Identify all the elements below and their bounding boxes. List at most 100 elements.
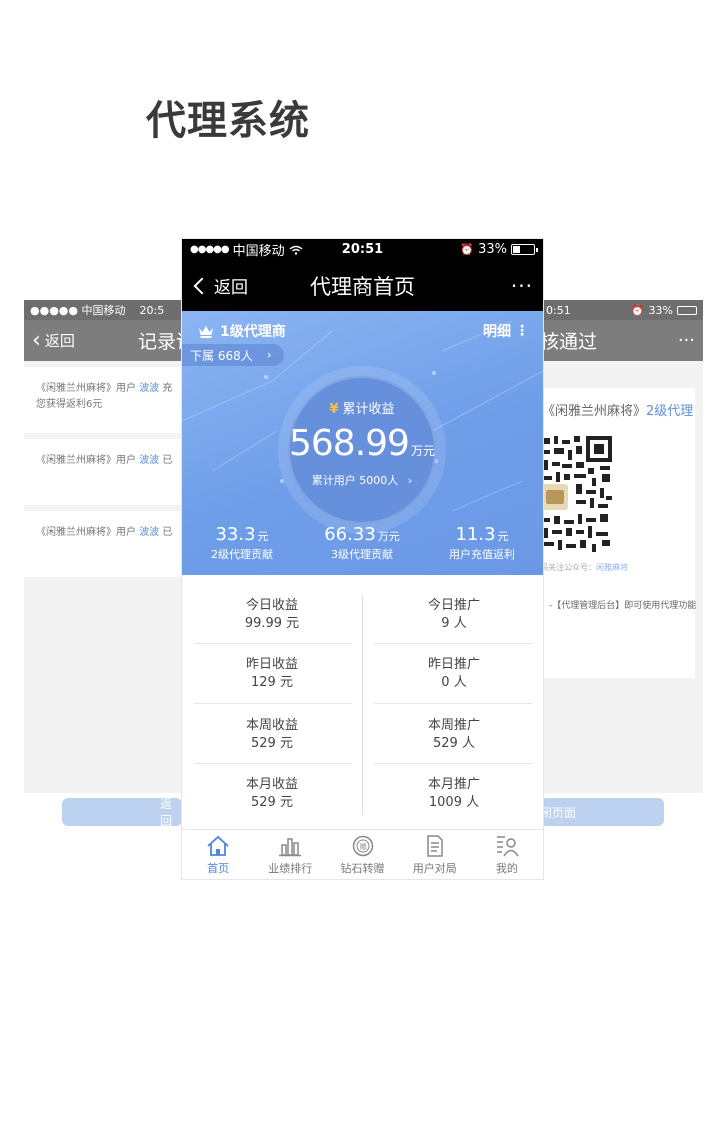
back-chevron-icon[interactable]: ‹ <box>32 328 41 353</box>
stat-level3-contribution: 66.33 万元 3级代理贡献 <box>302 524 422 562</box>
stat-unit: 元 <box>257 530 269 543</box>
tab-user-games[interactable]: 用户对局 <box>399 830 471 879</box>
record-rebate: 您获得返利6元 <box>36 399 103 410</box>
subordinates-label: 下属 668人 <box>190 348 253 363</box>
gift-icon: 赠 <box>352 835 373 857</box>
record-item[interactable]: 《闲雅兰州麻将》用户 波波 已 <box>24 439 186 505</box>
stat-unit: 万元 <box>377 530 400 543</box>
status-time: 20:51 <box>341 242 384 257</box>
row-divider <box>194 703 352 704</box>
tab-label: 钻石转赠 <box>340 862 385 875</box>
qr-caption: 码关注公众号：闲雅麻将 <box>540 562 628 573</box>
record-user: 波波 <box>139 527 160 538</box>
more-icon[interactable]: ··· <box>678 330 695 351</box>
row-divider <box>194 643 352 644</box>
agent-home-screen: ●●●●● 中国移动 20:51 ⏰ 33% 返回 代理商首页 ··· 1级代理… <box>182 239 543 879</box>
subordinates-pill[interactable]: 下属 668人 › <box>182 344 284 366</box>
stat-label: 2级代理贡献 <box>211 548 273 561</box>
cumulative-label-row: ¥ 累计收益 <box>288 398 436 417</box>
record-suffix: 充 <box>159 383 173 394</box>
week-promotion: 本周推广 529 人 <box>374 717 534 753</box>
tab-label: 我的 <box>495 862 518 875</box>
cell-title: 本周收益 <box>245 718 298 733</box>
qr-level: 2级代理 <box>646 404 694 419</box>
nav-title: 核通过 <box>540 331 598 353</box>
month-promotion: 本月推广 1009 人 <box>374 776 534 812</box>
cumulative-amount-row: 568.99 万元 <box>288 423 436 464</box>
stat-label: 3级代理贡献 <box>331 548 393 561</box>
cell-value: 529 元 <box>251 736 293 751</box>
cumulative-unit: 万元 <box>410 444 435 458</box>
battery-icon <box>677 305 697 315</box>
row-divider <box>374 763 532 764</box>
cumulative-users-link[interactable]: 累计用户 5000人 › <box>288 472 436 488</box>
back-label: 返回 <box>214 278 248 298</box>
status-bar: ●●●●● 中国移动 20:51 ⏰ 33% <box>182 239 543 260</box>
agent-level: 1级代理商 <box>198 321 286 341</box>
yen-icon: ¥ <box>329 402 339 417</box>
agent-level-label: 1级代理商 <box>220 324 286 340</box>
record-suffix: 已 <box>159 455 173 466</box>
stat-value: 66.33 <box>324 524 376 545</box>
more-button[interactable]: ··· <box>511 274 533 298</box>
qr-card: 《闲雅兰州麻将》2级代理 码关注公众号：闲雅麻将 】-【代理管理后台】即可使用代… <box>540 388 697 678</box>
status-time: 20:5 <box>139 303 165 317</box>
today-earnings: 今日收益 99.99 元 <box>192 597 352 633</box>
crown-icon <box>199 326 213 338</box>
nav-title: 记录详 <box>138 331 186 353</box>
stat-value: 33.3 <box>215 524 256 545</box>
document-icon <box>426 835 443 857</box>
tab-label: 业绩排行 <box>268 862 313 875</box>
tab-mine[interactable]: 我的 <box>471 830 543 879</box>
record-text: 《闲雅兰州麻将》用户 <box>36 455 140 466</box>
alarm-icon: ⏰ <box>630 303 645 317</box>
nav-bar: 核通过 ··· <box>540 320 703 361</box>
week-earnings: 本周收益 529 元 <box>192 717 352 753</box>
cell-value: 1009 人 <box>428 795 480 810</box>
back-button[interactable]: 返回 <box>45 330 75 351</box>
close-page-button[interactable]: 闭页面 <box>540 798 664 826</box>
tab-home[interactable]: 首页 <box>182 830 254 879</box>
detail-button[interactable]: 明细 ⋮ <box>483 321 529 341</box>
cell-title: 本周推广 <box>427 718 480 733</box>
stat-level2-contribution: 33.3 元 2级代理贡献 <box>182 524 302 562</box>
qr-note: 】-【代理管理后台】即可使用代理功能 <box>540 601 697 611</box>
cell-value: 9 人 <box>441 616 467 631</box>
earnings-hero: 1级代理商 明细 ⋮ 下属 668人 › ¥ 累计收益 568.99 万元 累计用户… <box>182 311 543 575</box>
qr-heading: 《闲雅兰州麻将》2级代理 <box>542 400 693 419</box>
cell-title: 今日推广 <box>427 598 480 613</box>
page-title: 代理系统 <box>146 98 310 144</box>
cell-title: 昨日收益 <box>245 657 298 672</box>
grid-divider <box>362 595 363 815</box>
record-item[interactable]: 《闲雅兰州麻将》用户 波波 已 <box>24 511 186 577</box>
battery-icon <box>511 244 538 255</box>
qr-caption-text: 码关注公众号： <box>540 563 596 572</box>
today-promotion: 今日推广 9 人 <box>374 597 534 633</box>
status-time: 0:51 <box>546 303 571 317</box>
cell-value: 129 元 <box>251 675 293 690</box>
record-item[interactable]: 《闲雅兰州麻将》用户 波波 充 您获得返利6元 <box>24 367 186 433</box>
user-list-icon <box>496 836 519 857</box>
cell-title: 本月推广 <box>427 777 480 792</box>
back-return-button[interactable]: 返 回 <box>62 797 182 828</box>
stat-value: 11.3 <box>455 524 496 545</box>
chevron-right-icon: › <box>266 348 272 362</box>
nav-bar: ‹ 返回 记录详 <box>24 320 186 361</box>
tab-ranking[interactable]: 业绩排行 <box>254 830 326 879</box>
tab-label: 用户对局 <box>412 862 457 875</box>
status-bar: 0:51 ⏰ 33% <box>540 300 703 320</box>
cell-title: 今日收益 <box>245 598 298 613</box>
nav-bar: 返回 代理商首页 ··· <box>182 260 543 311</box>
record-detail-screen: ●●●●● 中国移动 20:5 ‹ 返回 记录详 《闲雅兰州麻将》用户 波波 充… <box>24 300 186 793</box>
qr-account: 闲雅麻将 <box>596 563 628 572</box>
cumulative-users: 累计用户 5000人 <box>311 474 399 487</box>
tab-diamond-gift[interactable]: 赠 钻石转赠 <box>326 830 398 879</box>
cumulative-label: 累计收益 <box>342 402 395 417</box>
cell-value: 99.99 元 <box>244 616 300 631</box>
yesterday-earnings: 昨日收益 129 元 <box>192 656 352 692</box>
yesterday-promotion: 昨日推广 0 人 <box>374 656 534 692</box>
back-button[interactable]: 返回 <box>192 273 248 298</box>
cumulative-amount: 568.99 <box>289 423 410 464</box>
qr-code-icon <box>540 434 614 554</box>
record-text: 《闲雅兰州麻将》用户 <box>36 527 140 538</box>
